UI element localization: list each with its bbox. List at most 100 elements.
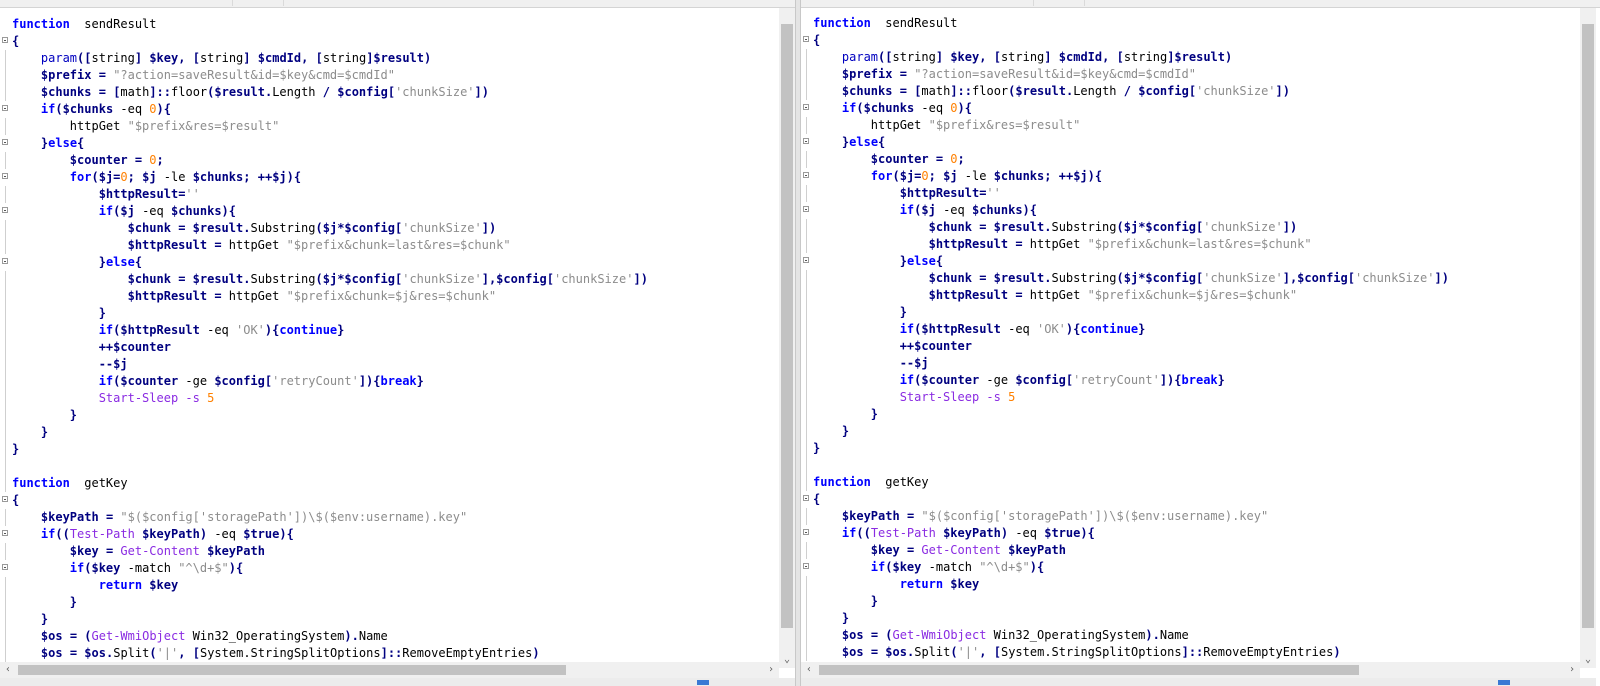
fold-toggle-icon[interactable] xyxy=(802,525,811,542)
scroll-down-icon[interactable]: ⌄ xyxy=(779,652,795,668)
horizontal-scrollbar[interactable]: ‹ › xyxy=(801,662,1580,678)
code-token: } xyxy=(40,612,49,626)
fold-toggle-icon[interactable] xyxy=(1,33,10,50)
scroll-right-icon[interactable]: › xyxy=(1564,662,1580,678)
fold-toggle-icon[interactable] xyxy=(802,134,811,151)
fold-toggle-icon[interactable] xyxy=(802,168,811,185)
code-text: httpGet "$prefix&res=$result" xyxy=(12,118,280,135)
fold-toggle-icon[interactable] xyxy=(802,491,811,508)
code-token: Split xyxy=(113,646,150,660)
code-token: ++ xyxy=(257,170,273,184)
tab-slot[interactable] xyxy=(233,0,284,6)
tab-slot[interactable] xyxy=(0,0,233,6)
code-token: if xyxy=(98,374,114,388)
horizontal-scroll-thumb[interactable] xyxy=(18,665,566,675)
fold-guide xyxy=(5,424,6,441)
scroll-right-icon[interactable]: › xyxy=(763,662,779,678)
tab-slot[interactable] xyxy=(801,0,1034,6)
fold-toggle-icon[interactable] xyxy=(1,526,10,543)
code-view[interactable]: function sendResult{ param([string] $key… xyxy=(0,16,779,668)
code-token: httpGet xyxy=(221,289,287,303)
code-token: $chunks xyxy=(993,169,1045,183)
code-text: $chunk = $result.Substring($j*$config['c… xyxy=(12,271,648,288)
editor-pane-left[interactable]: function sendResult{ param([string] $key… xyxy=(0,8,795,686)
code-token: else xyxy=(849,135,879,149)
scroll-left-icon[interactable]: ‹ xyxy=(801,662,817,678)
fold-toggle-icon[interactable] xyxy=(802,32,811,49)
code-token: httpGet xyxy=(1022,237,1088,251)
code-token: ]:: xyxy=(380,646,403,660)
scroll-left-icon[interactable]: ‹ xyxy=(0,662,16,678)
fold-toggle-icon[interactable] xyxy=(1,169,10,186)
code-text: $os = $os.Split('|', [System.StringSplit… xyxy=(813,644,1341,661)
code-text: } xyxy=(12,407,77,424)
code-token: } xyxy=(841,424,850,438)
fold-toggle-icon[interactable] xyxy=(802,253,811,270)
code-token: $counter xyxy=(113,340,171,354)
code-token: function xyxy=(813,16,871,30)
fold-toggle-icon[interactable] xyxy=(802,202,811,219)
code-token: 'chunkSize' xyxy=(1354,271,1435,285)
fold-guide xyxy=(5,118,6,135)
fold-guide xyxy=(5,186,6,203)
fold-toggle-icon[interactable] xyxy=(1,254,10,271)
editor-pane-right[interactable]: function sendResult{ param([string] $key… xyxy=(801,8,1596,686)
code-token: (( xyxy=(55,527,70,541)
fold-toggle-icon[interactable] xyxy=(1,135,10,152)
code-token: $config xyxy=(337,85,388,99)
code-text: if((Test-Path $keyPath) -eq $true){ xyxy=(813,525,1095,542)
code-token: } xyxy=(899,254,907,268)
code-token: ){ xyxy=(228,561,244,575)
code-token: floor xyxy=(972,84,1009,98)
fold-toggle-icon[interactable] xyxy=(1,492,10,509)
code-text: } xyxy=(813,593,878,610)
code-token: $prefix xyxy=(841,67,893,81)
fold-toggle-icon[interactable] xyxy=(1,560,10,577)
fold-toggle-icon[interactable] xyxy=(1,203,10,220)
code-token: 'chunkSize' xyxy=(553,272,634,286)
code-token: ; xyxy=(243,170,251,184)
status-marker xyxy=(1498,680,1510,685)
vertical-scrollbar[interactable]: ⌄ xyxy=(1580,8,1596,668)
code-token: $key xyxy=(892,560,922,574)
code-text: $counter = 0; xyxy=(12,152,164,169)
horizontal-scroll-thumb[interactable] xyxy=(819,665,1359,675)
fold-toggle-icon[interactable] xyxy=(1,101,10,118)
code-token: ], xyxy=(1282,271,1298,285)
code-text: $chunk = $result.Substring($j*$config['c… xyxy=(813,219,1298,236)
code-token: $j xyxy=(120,204,135,218)
fold-guide xyxy=(806,219,807,236)
code-token: $chunks xyxy=(971,203,1023,217)
code-view[interactable]: function sendResult{ param([string] $key… xyxy=(801,15,1580,667)
vertical-scroll-thumb[interactable] xyxy=(1582,24,1594,628)
code-token: $j xyxy=(1123,271,1139,285)
code-token: [ xyxy=(993,645,1001,659)
code-token: ]) xyxy=(481,221,497,235)
vertical-scroll-thumb[interactable] xyxy=(781,24,793,628)
fold-toggle-icon[interactable] xyxy=(802,559,811,576)
vertical-scrollbar[interactable]: ⌄ xyxy=(779,8,795,668)
code-token: "$prefix&chunk=$j&res=$chunk" xyxy=(1087,288,1298,302)
fold-toggle-icon[interactable] xyxy=(802,100,811,117)
horizontal-scrollbar[interactable]: ‹ › xyxy=(0,662,779,678)
tab-slot[interactable] xyxy=(1034,0,1085,6)
code-token: math xyxy=(120,85,150,99)
code-token: 5 xyxy=(1008,390,1016,404)
code-token: $keyPath xyxy=(1008,543,1066,557)
code-token: ) xyxy=(1333,645,1341,659)
code-text: } xyxy=(12,424,48,441)
scroll-down-icon[interactable]: ⌄ xyxy=(1580,652,1596,668)
code-token: 'chunkSize' xyxy=(1203,220,1283,234)
code-token: [ xyxy=(84,51,92,65)
